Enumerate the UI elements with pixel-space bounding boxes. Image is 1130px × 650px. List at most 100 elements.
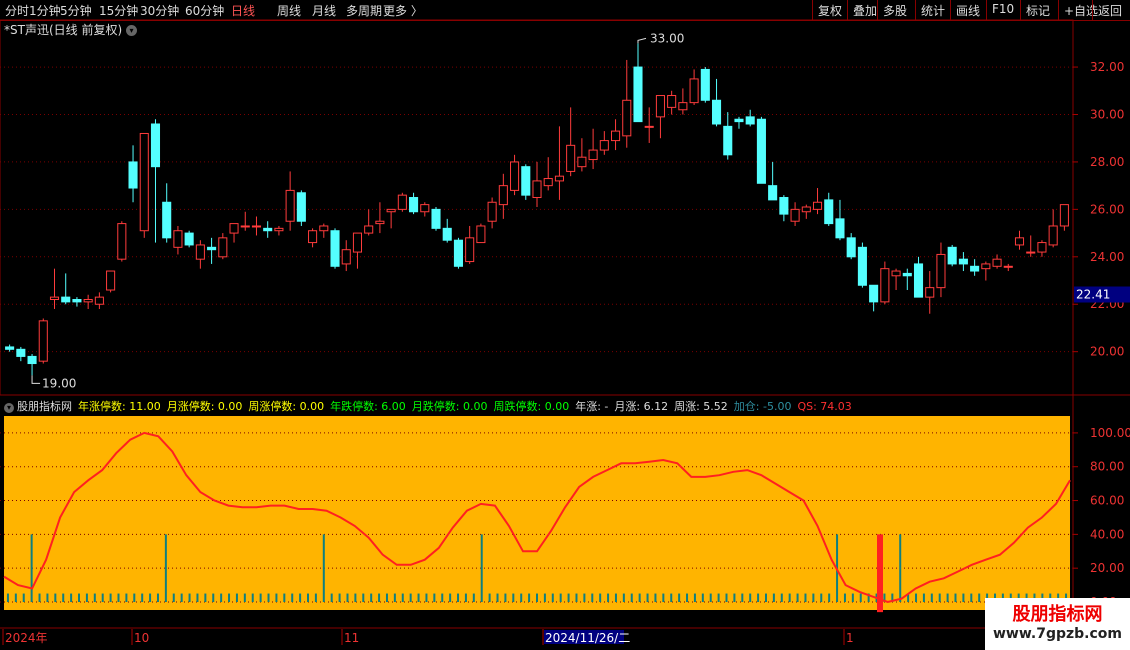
candle-body	[49, 296, 60, 300]
indicator-stat-3: 周涨停数: 0.00	[248, 400, 325, 413]
candle-body	[240, 225, 250, 228]
extreme-labels: 33.00 19.00	[31, 31, 684, 390]
candle-body	[689, 78, 699, 104]
date-label: 1	[846, 631, 854, 645]
indicator-tick-label: 100.00	[1090, 426, 1130, 440]
price-tick-label: 20.00	[1090, 345, 1124, 359]
candle-body	[375, 220, 385, 225]
price-axis: 32.0030.0028.0026.0024.0022.0020.0022.41	[1073, 60, 1130, 359]
candle-body	[768, 185, 778, 201]
candle-body	[117, 223, 127, 260]
candle-body	[263, 227, 273, 232]
candle-body	[734, 118, 744, 123]
price-tick-label: 24.00	[1090, 250, 1124, 264]
candle-body	[61, 296, 71, 303]
candle-body	[218, 237, 228, 258]
indicator-stat-2: 月涨停数: 0.00	[166, 400, 243, 413]
main-panel-frame	[0, 19, 1074, 396]
candle-body	[891, 270, 901, 277]
watermark-url: www.7gpzb.com	[992, 626, 1122, 642]
indicator-stat-4: 年跌停数: 6.00	[330, 400, 406, 413]
candle-body	[857, 246, 867, 286]
candle-body	[296, 192, 306, 222]
candle-body	[869, 284, 879, 303]
low-label: 19.00	[42, 376, 76, 390]
indicator-stat-9: 周涨: 5.52	[674, 400, 728, 413]
indicator-stat-1: 年涨停数: 11.00	[78, 400, 161, 413]
candle-body	[106, 270, 116, 291]
candle-body	[352, 232, 363, 253]
candle-body	[790, 208, 800, 222]
candle-body	[397, 194, 407, 210]
high-label: 33.00	[650, 31, 684, 45]
candle-body	[94, 296, 104, 305]
candle-body	[1003, 265, 1013, 268]
candle-body	[319, 225, 329, 232]
indicator-stat-5: 月跌停数: 0.00	[411, 400, 488, 413]
candle-body	[409, 197, 419, 213]
candle-body	[812, 201, 823, 210]
candle-body	[386, 208, 396, 213]
candle-body	[139, 132, 149, 232]
candle-body	[756, 118, 766, 184]
price-tick-label: 26.00	[1090, 202, 1124, 216]
current-price-label: 22.41	[1076, 288, 1110, 302]
candle-body	[83, 299, 93, 303]
candle-body	[622, 99, 632, 137]
candle-body	[958, 258, 968, 265]
indicator-tick-label: 60.00	[1090, 494, 1124, 508]
candle-body	[431, 208, 441, 229]
candle-body	[498, 185, 508, 206]
price-tick-label: 32.00	[1090, 60, 1124, 74]
candle-body	[1037, 242, 1047, 253]
candle-body	[521, 166, 531, 196]
high-marker	[637, 37, 647, 44]
indicator-tick-label: 40.00	[1090, 527, 1124, 541]
candle-body	[195, 244, 205, 260]
indicator-stat-0: 股朋指标网	[17, 400, 72, 413]
candle-body	[1048, 225, 1058, 246]
candle-body	[330, 230, 340, 267]
candle-body	[341, 249, 351, 265]
indicator-stat-10: 加仓: -5.00	[733, 400, 792, 413]
candle-body	[633, 66, 643, 123]
low-marker	[31, 375, 41, 384]
candle-body	[364, 225, 374, 234]
candle-body	[801, 206, 811, 213]
date-label: 2024/11/26/二	[545, 631, 630, 645]
candle-body	[1026, 251, 1036, 254]
candle-body	[442, 227, 452, 241]
candle-body	[577, 156, 587, 168]
candle-body	[846, 237, 856, 258]
candle-body	[16, 348, 26, 357]
indicator-background	[4, 416, 1070, 610]
candle-body	[274, 227, 284, 232]
candle-body	[970, 265, 980, 272]
candle-body	[72, 299, 82, 303]
indicator-header: ▾ 股朋指标网 年涨停数: 11.00 月涨停数: 0.00 周涨停数: 0.00 年跌停…	[4, 398, 858, 414]
candle-body	[947, 246, 957, 265]
candle-body	[1059, 204, 1069, 227]
candle-body	[925, 287, 935, 298]
candle-body	[285, 189, 295, 222]
candle-body	[453, 239, 463, 267]
candle-body	[599, 140, 609, 151]
candle-body	[723, 125, 733, 156]
candle-body	[1014, 237, 1025, 246]
candle-body	[779, 197, 789, 215]
candle-body	[308, 230, 318, 244]
indicator-tick-label: 20.00	[1090, 561, 1124, 575]
date-label: 11	[344, 631, 359, 645]
candle-body	[936, 253, 946, 289]
candle-body	[835, 218, 845, 239]
candle-body	[566, 144, 576, 172]
indicator-axis: 100.0080.0060.0040.0020.000.00	[1073, 426, 1130, 609]
indicator-stat-8: 月涨: 6.12	[614, 400, 669, 413]
indicator-stat-6: 周跌停数: 0.00	[493, 400, 570, 413]
candle-body	[27, 355, 37, 365]
candle-body	[902, 272, 912, 277]
candle-body	[824, 199, 834, 225]
collapse-icon[interactable]: ▾	[4, 403, 14, 413]
date-axis: 2024年 10 11 2024/11/26/二 1	[2, 629, 854, 645]
candle-body	[700, 68, 710, 101]
